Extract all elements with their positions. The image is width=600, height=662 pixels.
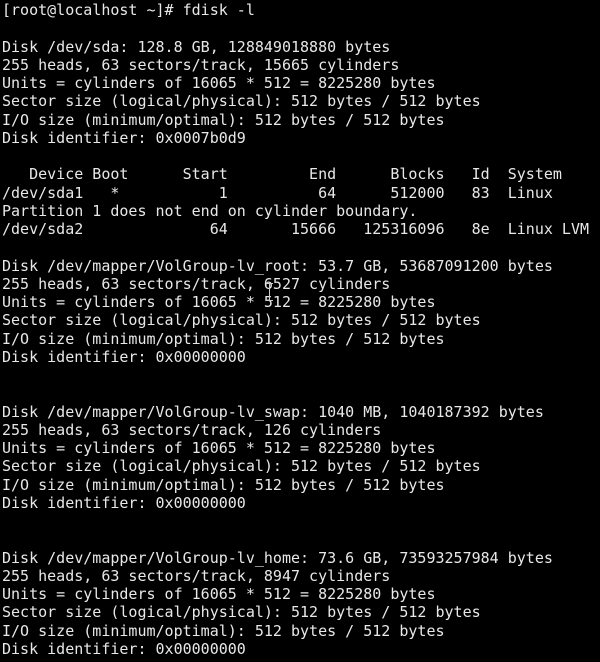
- terminal-line: I/O size (minimum/optimal): 512 bytes / …: [2, 329, 445, 348]
- terminal-line: 255 heads, 63 sectors/track, 126 cylinde…: [2, 420, 382, 439]
- terminal-line: Partition 1 does not end on cylinder bou…: [2, 201, 418, 220]
- terminal-line: Disk identifier: 0x00000000: [2, 639, 246, 658]
- terminal-line: Units = cylinders of 16065 * 512 = 82252…: [2, 585, 436, 603]
- terminal-line: Units = cylinders of 16065 * 512 = 82252…: [2, 74, 436, 92]
- terminal-line: 255 heads, 63 sectors/track, 15665 cylin…: [2, 55, 400, 74]
- terminal-line: I/O size (minimum/optimal): 512 bytes / …: [2, 621, 445, 640]
- terminal-line: 255 heads, 63 sectors/track, 8947 cylind…: [2, 566, 391, 585]
- terminal-line: Disk /dev/mapper/VolGroup-lv_root: 53.7 …: [2, 256, 553, 275]
- terminal-line: Disk /dev/mapper/VolGroup-lv_home: 73.6 …: [2, 548, 553, 567]
- terminal-line: Disk identifier: 0x0007b0d9: [2, 128, 246, 147]
- terminal-line: Disk /dev/mapper/VolGroup-lv_swap: 1040 …: [2, 402, 544, 421]
- terminal-line: I/O size (minimum/optimal): 512 bytes / …: [2, 110, 445, 129]
- terminal-line: Device Boot Start End Blocks Id System: [2, 165, 562, 184]
- terminal-output[interactable]: [root@localhost ~]# fdisk -l Disk /dev/s…: [2, 1, 600, 662]
- terminal-line: 255 heads, 63 sectors/track, 6527 cylind…: [2, 274, 391, 293]
- terminal-line: Sector size (logical/physical): 512 byte…: [2, 457, 481, 476]
- terminal-line: Disk identifier: 0x00000000: [2, 347, 246, 366]
- terminal-line: Units = cylinders of 16065 * 512 = 82252…: [2, 293, 436, 311]
- terminal-line: Units = cylinders of 16065 * 512 = 82252…: [2, 439, 436, 457]
- terminal-line: Sector size (logical/physical): 512 byte…: [2, 92, 481, 111]
- terminal-line: Sector size (logical/physical): 512 byte…: [2, 603, 481, 622]
- terminal-line: Disk identifier: 0x00000000: [2, 493, 246, 512]
- terminal-line: I/O size (minimum/optimal): 512 bytes / …: [2, 475, 445, 494]
- terminal-line: /dev/sda2 64 15666 125316096 8e Linux LV…: [2, 220, 589, 238]
- terminal-line: Sector size (logical/physical): 512 byte…: [2, 311, 481, 330]
- terminal-line: /dev/sda1 * 1 64 512000 83 Linux: [2, 183, 553, 202]
- text-ibeam-cursor-icon: [266, 283, 274, 305]
- command-prompt-line: [root@localhost ~]# fdisk -l: [2, 1, 255, 19]
- terminal-line: Disk /dev/sda: 128.8 GB, 128849018880 by…: [2, 37, 391, 56]
